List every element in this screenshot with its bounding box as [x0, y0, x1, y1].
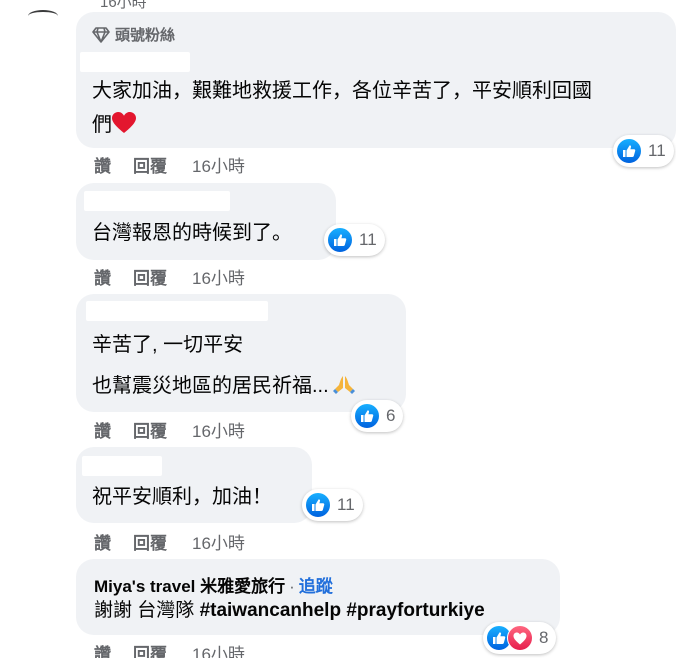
comment-text: 台灣報恩的時候到了。 — [92, 219, 292, 247]
commenter-name-redacted[interactable] — [80, 52, 190, 72]
comment-text: 大家加油，艱難地救援工作，各位辛苦了，平安順利回國 — [92, 77, 592, 105]
reply-button[interactable]: 回覆 — [133, 529, 167, 554]
comment-text-line: 大家加油，艱難地救援工作，各位辛苦了，平安順利回國 — [92, 80, 592, 102]
diamond-icon — [92, 26, 110, 43]
separator-dot: · — [289, 577, 295, 596]
reply-button[interactable]: 回覆 — [133, 417, 167, 442]
reaction-count-value: 6 — [386, 406, 396, 425]
previous-comment-time: 16小時 — [100, 0, 147, 11]
hashtag-link[interactable]: #taiwancanhelp — [200, 600, 342, 621]
comment-actions: 讚回覆 16小時 — [94, 264, 245, 289]
comment-actions: 讚回覆 16小時 — [94, 152, 245, 177]
comment-text: 祝平安順利，加油！ — [92, 483, 272, 511]
comment-actions: 讚回覆 16小時 — [94, 529, 245, 554]
hashtag-link[interactable]: #prayforturkiye — [346, 600, 484, 621]
author-name-link[interactable]: Miya's travel 米雅愛旅行 — [94, 577, 285, 596]
comment-actions: 讚 回覆 16小時 — [94, 640, 245, 658]
comment-text-line: 謝謝 台灣隊 — [94, 600, 200, 621]
comment-actions: 讚回覆 16小時 — [94, 417, 245, 442]
thumbs-up-icon — [305, 492, 331, 518]
comment-text: 辛苦了, 一切平安 — [92, 331, 243, 359]
comment-author: Miya's travel 米雅愛旅行 · 追蹤 — [94, 572, 333, 597]
like-button[interactable]: 讚 — [94, 417, 111, 442]
reply-button[interactable]: 回覆 — [133, 640, 167, 658]
reply-button[interactable]: 回覆 — [133, 264, 167, 289]
comment-text: 們 — [92, 111, 136, 142]
timestamp-link[interactable]: 16小時 — [192, 264, 245, 289]
reaction-count[interactable]: 6 — [351, 400, 404, 432]
like-button[interactable]: 讚 — [94, 152, 111, 177]
comment-text-line: 們 — [92, 114, 112, 136]
comment-thread: 16小時 頭號粉絲 大家加油，艱難地救援工作，各位辛苦了，平安順利回國 們 11… — [0, 0, 676, 658]
thumbs-up-icon — [354, 403, 380, 429]
comment-text-line: 台灣報恩的時候到了。 — [92, 222, 292, 244]
reaction-count[interactable]: 8 — [483, 622, 557, 654]
badge-label: 頭號粉絲 — [115, 27, 176, 44]
avatar[interactable] — [28, 10, 58, 22]
comment-text-line: 祝平安順利，加油！ — [92, 486, 272, 508]
reply-button[interactable]: 回覆 — [133, 152, 167, 177]
reaction-count-value: 11 — [648, 141, 666, 160]
timestamp-link[interactable]: 16小時 — [192, 529, 245, 554]
thumbs-up-icon — [327, 227, 353, 253]
top-fan-badge: 頭號粉絲 — [92, 24, 175, 45]
like-button[interactable]: 讚 — [94, 264, 111, 289]
reaction-count[interactable]: 11 — [613, 135, 674, 167]
timestamp-link[interactable]: 16小時 — [192, 152, 245, 177]
reaction-count-value: 11 — [337, 495, 355, 514]
like-button[interactable]: 讚 — [94, 529, 111, 554]
reaction-count-value: 11 — [359, 230, 377, 249]
commenter-name-redacted[interactable] — [84, 191, 230, 211]
reaction-count-value: 8 — [539, 628, 549, 647]
commenter-name-redacted[interactable] — [82, 456, 162, 476]
timestamp-link[interactable]: 16小時 — [192, 417, 245, 442]
comment-text-line: 辛苦了, 一切平安 — [92, 334, 244, 356]
comment-text: 也幫震災地區的居民祈福... — [92, 372, 355, 403]
comment-text: 謝謝 台灣隊 #taiwancanhelp #prayforturkiye — [94, 597, 485, 625]
timestamp-link[interactable]: 16小時 — [192, 640, 245, 658]
heart-icon — [507, 625, 533, 651]
reaction-count[interactable]: 11 — [324, 224, 385, 256]
praying-hands-emoji — [332, 375, 355, 403]
comment-text-line: 也幫震災地區的居民祈福... — [92, 375, 329, 397]
follow-button[interactable]: 追蹤 — [299, 577, 333, 596]
like-button[interactable]: 讚 — [94, 640, 111, 658]
thumbs-up-icon — [616, 138, 642, 164]
heart-emoji — [112, 112, 136, 142]
commenter-name-redacted[interactable] — [86, 301, 268, 321]
reaction-count[interactable]: 11 — [302, 489, 363, 521]
